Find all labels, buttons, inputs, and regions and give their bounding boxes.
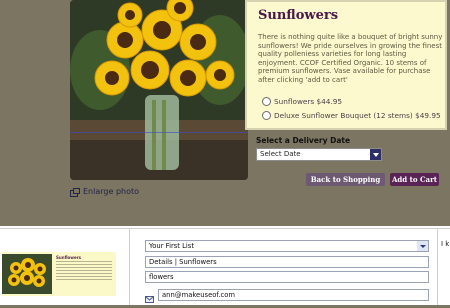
radio-icon[interactable]: [262, 97, 271, 106]
delivery-date-label: Select a Delivery Date: [256, 136, 351, 145]
product-photo[interactable]: [70, 0, 248, 180]
delivery-date-select[interactable]: Select Date: [256, 148, 382, 161]
product-description: There is nothing quite like a bouquet of…: [258, 33, 443, 84]
selection-highlight-line: [70, 132, 248, 133]
email-field[interactable]: ann@makeuseof.com: [158, 289, 429, 301]
enlarge-label: Enlarge photo: [83, 187, 140, 196]
product-info-panel: Sunflowers There is nothing quite like a…: [245, 0, 447, 130]
tags-field[interactable]: flowers: [145, 271, 429, 283]
option-sunflowers[interactable]: Sunflowers $44.95: [262, 97, 342, 106]
enlarge-photo-link[interactable]: Enlarge photo: [70, 187, 140, 197]
delivery-date-value: Select Date: [260, 150, 301, 158]
option-label: Deluxe Sunflower Bouquet (12 stems) $49.…: [274, 111, 441, 120]
divider: [0, 228, 450, 229]
panel-divider: [129, 229, 130, 305]
thumbnail-title: Sunflowers: [56, 255, 82, 260]
chevron-down-icon[interactable]: [417, 241, 428, 251]
option-label: Sunflowers $44.95: [274, 97, 343, 106]
clip-thumbnail: Sunflowers: [2, 252, 116, 296]
side-note-text: I k: [441, 240, 450, 248]
thumbnail-image: [2, 254, 52, 294]
option-deluxe-bouquet[interactable]: Deluxe Sunflower Bouquet (12 stems) $49.…: [262, 111, 441, 120]
back-to-shopping-button[interactable]: Back to Shopping: [306, 173, 385, 186]
panel-divider-right: [437, 229, 438, 305]
email-icon: [145, 289, 155, 303]
chevron-down-icon[interactable]: [370, 149, 381, 160]
sunflower-image: [70, 0, 248, 180]
list-select[interactable]: Your First List: [145, 240, 429, 252]
product-title: Sunflowers: [258, 8, 339, 23]
add-to-cart-button[interactable]: Add to Cart: [390, 173, 439, 186]
enlarge-icon: [70, 187, 80, 197]
list-value: Your First List: [149, 242, 195, 250]
radio-icon[interactable]: [262, 111, 271, 120]
thumbnail-text-lines: [56, 261, 112, 282]
title-field[interactable]: Details | Sunflowers: [145, 256, 429, 268]
